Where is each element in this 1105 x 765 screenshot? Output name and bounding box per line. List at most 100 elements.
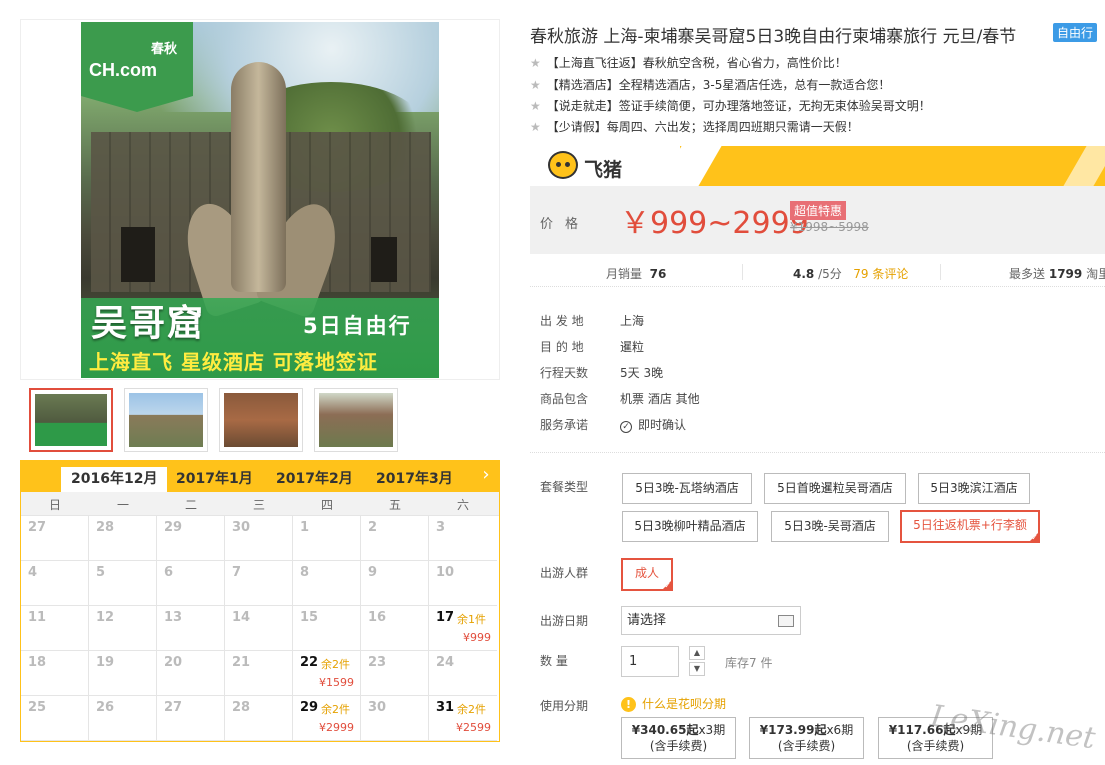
day-number: 4 bbox=[28, 565, 38, 580]
chevron-right-icon[interactable]: › bbox=[477, 466, 495, 485]
calendar-day: 26 bbox=[89, 696, 157, 741]
star-icon: ★ bbox=[530, 99, 541, 113]
day-stock: 余2件 bbox=[321, 658, 350, 671]
brand-logo-text: CH.com bbox=[89, 60, 158, 80]
day-stock: 余1件 bbox=[457, 613, 486, 626]
price-value: ￥999~2999 bbox=[620, 206, 809, 241]
info-includes: 商品包含 机票 酒店 其他 bbox=[540, 392, 700, 406]
huabei-help-link[interactable]: ! 什么是花呗分期 bbox=[621, 695, 726, 712]
calendar-day: 28 bbox=[225, 696, 293, 741]
day-number: 15 bbox=[300, 610, 319, 625]
calendar-day: 20 bbox=[157, 651, 225, 696]
tab-month-2[interactable]: 2017年1月 bbox=[166, 467, 263, 492]
day-number: 18 bbox=[28, 655, 47, 670]
day-number: 21 bbox=[232, 655, 251, 670]
day-number: 6 bbox=[164, 565, 174, 580]
feature-item: ★ 【少请假】每周四、六出发；选择周四班期只需请一天假！ bbox=[530, 120, 859, 134]
tab-month-4[interactable]: 2017年3月 bbox=[366, 467, 463, 492]
package-option[interactable]: 5日3晚-瓦塔纳酒店 bbox=[622, 473, 752, 504]
day-number: 22 bbox=[300, 655, 319, 670]
calendar-day: 21 bbox=[225, 651, 293, 696]
thumbnail-2[interactable] bbox=[124, 388, 208, 452]
day-number: 29 bbox=[164, 520, 183, 535]
points: 最多送 1799 淘里程 bbox=[1009, 267, 1105, 281]
day-stock: 余2件 bbox=[457, 703, 486, 716]
installment-label: 使用分期 bbox=[540, 699, 589, 713]
quantity-label: 数 量 bbox=[540, 654, 568, 668]
day-number: 19 bbox=[96, 655, 115, 670]
day-price: ¥2999 bbox=[319, 721, 354, 734]
calendar-day: 30 bbox=[225, 516, 293, 561]
calendar-day: 5 bbox=[89, 561, 157, 606]
day-number: 31 bbox=[436, 700, 455, 715]
thumbnail-3[interactable] bbox=[219, 388, 303, 452]
package-option[interactable]: 5日3晚柳叶精品酒店 bbox=[622, 511, 758, 542]
calendar-day: 23 bbox=[361, 651, 429, 696]
calendar-day: 14 bbox=[225, 606, 293, 651]
question-icon: ! bbox=[621, 697, 636, 712]
quantity-down-button[interactable]: ▼ bbox=[689, 662, 705, 676]
calendar-day: 3 bbox=[429, 516, 497, 561]
hero-subtitle: 5日自由行 bbox=[303, 314, 412, 338]
brand-logo: CH.com 春秋 bbox=[81, 22, 193, 112]
day-number: 24 bbox=[436, 655, 455, 670]
quantity-up-button[interactable]: ▲ bbox=[689, 646, 705, 660]
calendar-day: 30 bbox=[361, 696, 429, 741]
day-number: 13 bbox=[164, 610, 183, 625]
quantity-input[interactable]: 1 bbox=[621, 646, 679, 677]
calendar-day[interactable]: 31 余2件 ¥2599 bbox=[429, 696, 497, 741]
hero-image-frame: CH.com 春秋 吴哥窟 5日自由行 上海直飞 星级酒店 可落地签证 bbox=[20, 19, 500, 380]
day-number: 30 bbox=[232, 520, 251, 535]
date-select-input[interactable]: 请选择 bbox=[621, 606, 801, 635]
day-number: 27 bbox=[164, 700, 183, 715]
package-option[interactable]: 5日3晚滨江酒店 bbox=[918, 473, 1030, 504]
calendar-day: 9 bbox=[361, 561, 429, 606]
calendar-day: 10 bbox=[429, 561, 497, 606]
day-number: 28 bbox=[96, 520, 115, 535]
day-number: 7 bbox=[232, 565, 242, 580]
calendar-day: 6 bbox=[157, 561, 225, 606]
calendar-day[interactable]: 17 余1件 ¥999 bbox=[429, 606, 497, 651]
price-badge: 超值特惠 bbox=[790, 201, 847, 220]
package-option-selected[interactable]: 5日往返机票+行李额 bbox=[900, 510, 1040, 543]
calendar-icon[interactable] bbox=[778, 615, 794, 627]
day-number: 23 bbox=[368, 655, 387, 670]
installment-option[interactable]: ¥340.65起x3期 (含手续费) bbox=[621, 717, 736, 759]
calendar-day: 27 bbox=[157, 696, 225, 741]
product-stats: 月销量 76 4.8 /5分 79 条评论 最多送 1799 淘里程 bbox=[530, 259, 1105, 287]
package-option[interactable]: 5日首晚暹粒吴哥酒店 bbox=[764, 473, 906, 504]
day-price: ¥2599 bbox=[456, 721, 491, 734]
thumbnail-4[interactable] bbox=[314, 388, 398, 452]
product-title: 春秋旅游 上海-柬埔寨吴哥窟5日3晚自由行柬埔寨旅行 元旦/春节 bbox=[530, 27, 1017, 47]
day-number: 20 bbox=[164, 655, 183, 670]
calendar-day: 12 bbox=[89, 606, 157, 651]
info-promise: 服务承诺 ✓ 即时确认 bbox=[540, 418, 687, 433]
thumbnail-1[interactable] bbox=[29, 388, 113, 452]
day-number: 10 bbox=[436, 565, 455, 580]
reviews-link[interactable]: 79 条评论 bbox=[853, 267, 908, 281]
calendar-day: 16 bbox=[361, 606, 429, 651]
feature-item: ★ 【上海直飞往返】春秋航空含税，省心省力，高性价比！ bbox=[530, 56, 847, 70]
day-number: 17 bbox=[436, 610, 455, 625]
calendar-day: 2 bbox=[361, 516, 429, 561]
star-icon: ★ bbox=[530, 78, 541, 92]
day-number: 5 bbox=[96, 565, 106, 580]
hero-image[interactable]: CH.com 春秋 吴哥窟 5日自由行 上海直飞 星级酒店 可落地签证 bbox=[81, 22, 439, 378]
calendar-day[interactable]: 29 余2件 ¥2999 bbox=[293, 696, 361, 741]
rating[interactable]: 4.8 /5分 79 条评论 bbox=[793, 265, 908, 282]
calendar-day: 4 bbox=[21, 561, 89, 606]
tab-month-1[interactable]: 2016年12月 bbox=[61, 467, 168, 492]
tab-month-3[interactable]: 2017年2月 bbox=[266, 467, 363, 492]
day-number: 28 bbox=[232, 700, 251, 715]
check-circle-icon: ✓ bbox=[620, 421, 632, 433]
day-price: ¥999 bbox=[463, 631, 491, 644]
star-icon: ★ bbox=[530, 120, 541, 134]
calendar-day[interactable]: 22 余2件 ¥1599 bbox=[293, 651, 361, 696]
package-option[interactable]: 5日3晚-吴哥酒店 bbox=[771, 511, 889, 542]
day-number: 9 bbox=[368, 565, 378, 580]
price-label: 价格 bbox=[540, 217, 591, 232]
people-option-selected[interactable]: 成人 bbox=[621, 558, 673, 591]
package-label: 套餐类型 bbox=[540, 480, 589, 494]
date-label: 出游日期 bbox=[540, 614, 589, 628]
installment-option[interactable]: ¥173.99起x6期 (含手续费) bbox=[749, 717, 864, 759]
